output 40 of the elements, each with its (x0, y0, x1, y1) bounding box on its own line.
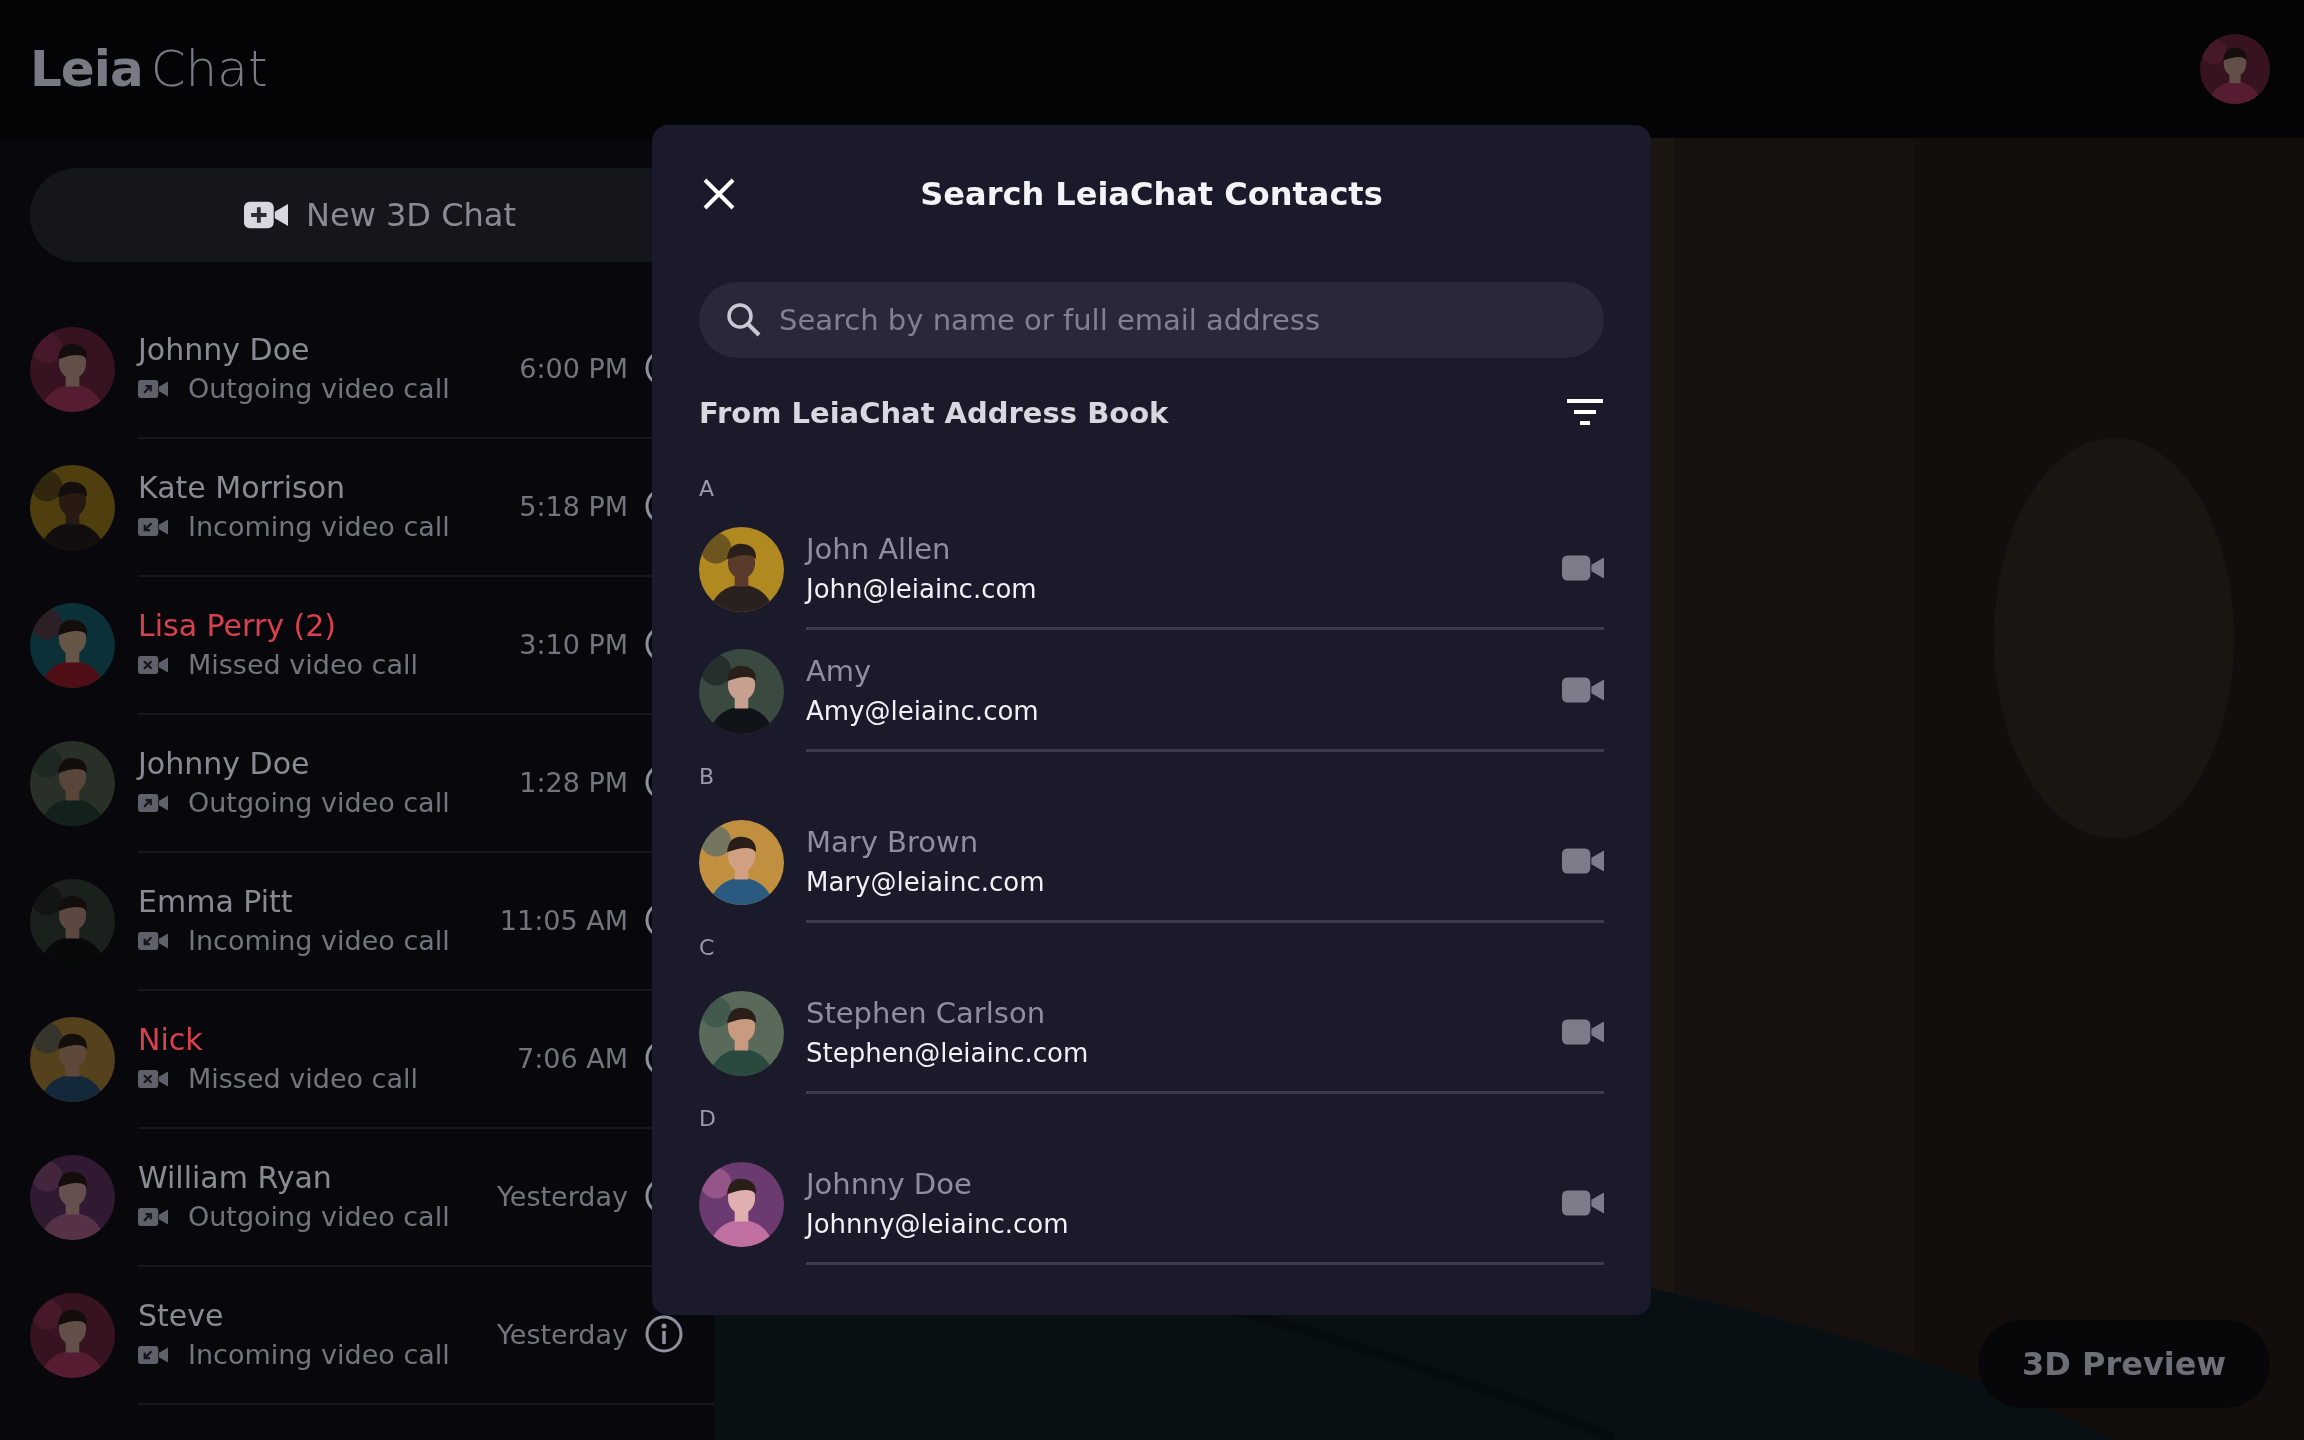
call-status: Missed video call (188, 1063, 418, 1094)
video-call-icon (138, 654, 168, 675)
video-call-icon (138, 516, 168, 537)
letter-heading: C (699, 935, 715, 960)
call-time: 11:05 AM (499, 904, 628, 936)
call-time: 7:06 AM (517, 1042, 628, 1074)
contact-name: Steve (138, 1298, 225, 1333)
letter-heading: A (699, 475, 715, 501)
call-time: 1:28 PM (519, 766, 628, 798)
call-status: Missed video call (188, 649, 418, 680)
letter-heading: B (699, 764, 715, 789)
call-time: 6:00 PM (519, 352, 628, 384)
logo-text: Chat (150, 40, 268, 98)
call-status: Incoming video call (188, 1339, 450, 1370)
call-status: Outgoing video call (188, 373, 450, 404)
call-time: Yesterday (496, 1318, 628, 1350)
call-status: Incoming video call (188, 925, 450, 956)
call-time: 5:18 PM (519, 490, 628, 522)
contact-name: Lisa Perry (2) (138, 608, 337, 643)
letter-heading: D (699, 1106, 716, 1131)
contact-name: Emma Pitt (138, 884, 294, 919)
video-call-icon (138, 1206, 168, 1227)
video-call-icon (138, 792, 168, 813)
call-status: Outgoing video call (188, 1201, 450, 1232)
contact-name: Nick (138, 1022, 204, 1057)
contact-name: Johnny Doe (138, 332, 311, 367)
contact-name: William Ryan (138, 1160, 333, 1195)
call-time: 3:10 PM (519, 628, 628, 660)
video-call-icon (138, 378, 168, 399)
contact-name: Kate Morrison (138, 470, 346, 505)
call-status: Outgoing video call (188, 787, 450, 818)
video-call-icon (138, 930, 168, 951)
info-icon[interactable] (644, 1314, 684, 1354)
logo-text: Leia (30, 40, 143, 98)
call-time: Yesterday (496, 1180, 628, 1212)
video-call-icon (138, 1344, 168, 1365)
video-call-icon (138, 1068, 168, 1089)
call-status: Incoming video call (188, 511, 450, 542)
video-plus-icon (244, 200, 289, 230)
contact-name: Johnny Doe (138, 746, 311, 781)
